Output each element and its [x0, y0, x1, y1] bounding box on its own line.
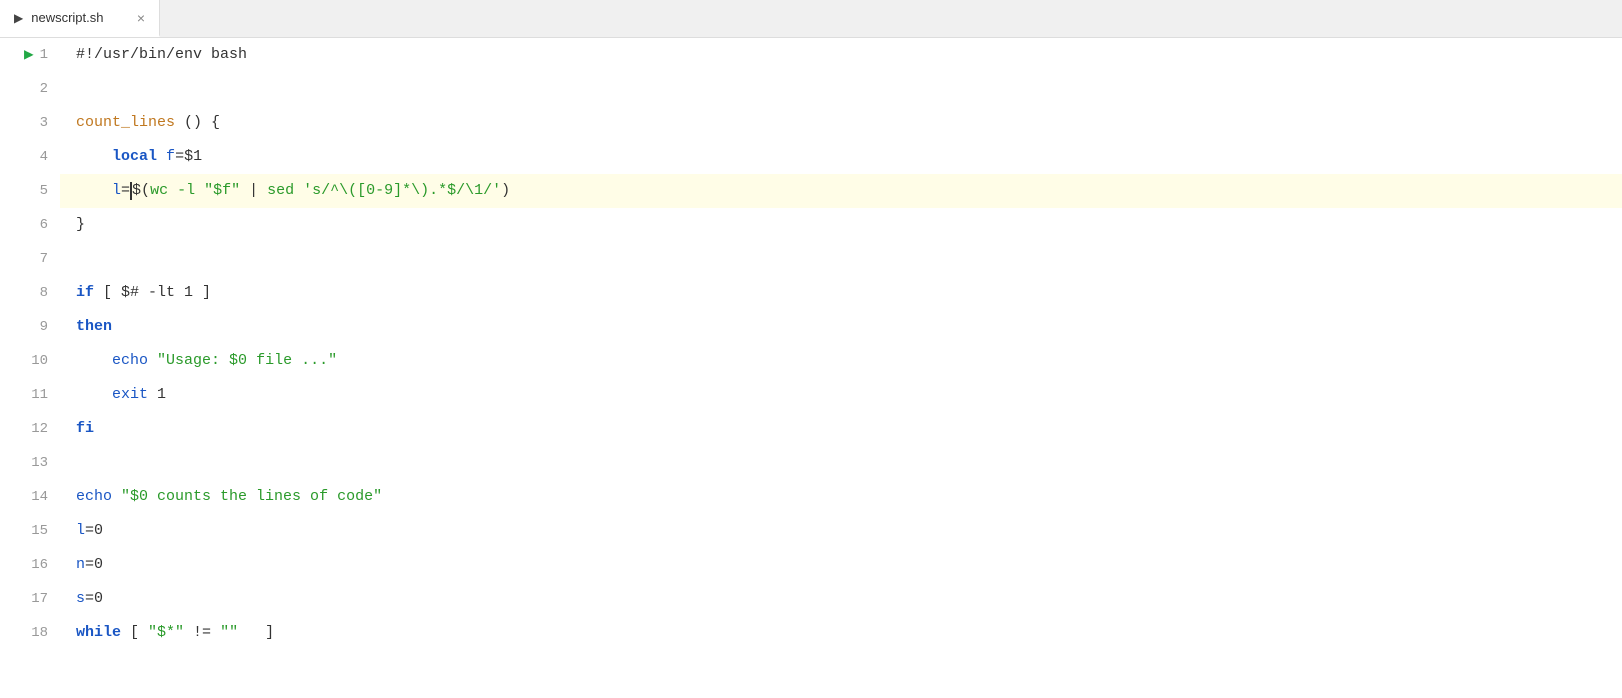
code-line-16: n=0: [60, 548, 1622, 582]
code-line-4: local f=$1: [60, 140, 1622, 174]
line-number-13: 13: [8, 446, 48, 480]
code-editor[interactable]: #!/usr/bin/env bash count_lines () { loc…: [60, 38, 1622, 698]
line-number-4: 4: [8, 140, 48, 174]
code-line-12: fi: [60, 412, 1622, 446]
line-number-7: 7: [8, 242, 48, 276]
line-number-5: 5: [8, 174, 48, 208]
tab-close-button[interactable]: ×: [137, 11, 145, 25]
line-number-16: 16: [8, 548, 48, 582]
line-number-8: 8: [8, 276, 48, 310]
code-line-6: }: [60, 208, 1622, 242]
tab-bar: ▶ newscript.sh ×: [0, 0, 1622, 38]
code-line-18: while [ "$*" != "" ]: [60, 616, 1622, 650]
code-line-14: echo "$0 counts the lines of code": [60, 480, 1622, 514]
code-line-7: [60, 242, 1622, 276]
file-icon: ▶: [14, 11, 23, 25]
line-number-1: ▶ 1: [8, 38, 48, 72]
line-number-18: 18: [8, 616, 48, 650]
run-arrow-icon[interactable]: ▶: [24, 38, 34, 72]
line-number-9: 9: [8, 310, 48, 344]
code-line-10: echo "Usage: $0 file ...": [60, 344, 1622, 378]
line-number-2: 2: [8, 72, 48, 106]
code-line-5: l=$(wc -l "$f" | sed 's/^\([0-9]*\).*$/\…: [60, 174, 1622, 208]
line-number-10: 10: [8, 344, 48, 378]
line-numbers: ▶ 1 2 3 4 5 6 7 8 9 10 11 12 13 14 15 16…: [0, 38, 60, 698]
line-number-14: 14: [8, 480, 48, 514]
code-line-8: if [ $# -lt 1 ]: [60, 276, 1622, 310]
code-line-3: count_lines () {: [60, 106, 1622, 140]
line-number-11: 11: [8, 378, 48, 412]
line-number-12: 12: [8, 412, 48, 446]
editor-area: ▶ 1 2 3 4 5 6 7 8 9 10 11 12 13 14 15 16…: [0, 38, 1622, 698]
code-line-13: [60, 446, 1622, 480]
line-number-15: 15: [8, 514, 48, 548]
line-number-17: 17: [8, 582, 48, 616]
code-line-1: #!/usr/bin/env bash: [60, 38, 1622, 72]
line-number-6: 6: [8, 208, 48, 242]
code-line-11: exit 1: [60, 378, 1622, 412]
code-line-9: then: [60, 310, 1622, 344]
code-line-2: [60, 72, 1622, 106]
code-line-17: s=0: [60, 582, 1622, 616]
tab-newscript[interactable]: ▶ newscript.sh ×: [0, 0, 160, 37]
line-number-3: 3: [8, 106, 48, 140]
code-line-15: l=0: [60, 514, 1622, 548]
tab-filename: newscript.sh: [31, 10, 103, 25]
code-content: #!/usr/bin/env bash count_lines () { loc…: [60, 38, 1622, 650]
